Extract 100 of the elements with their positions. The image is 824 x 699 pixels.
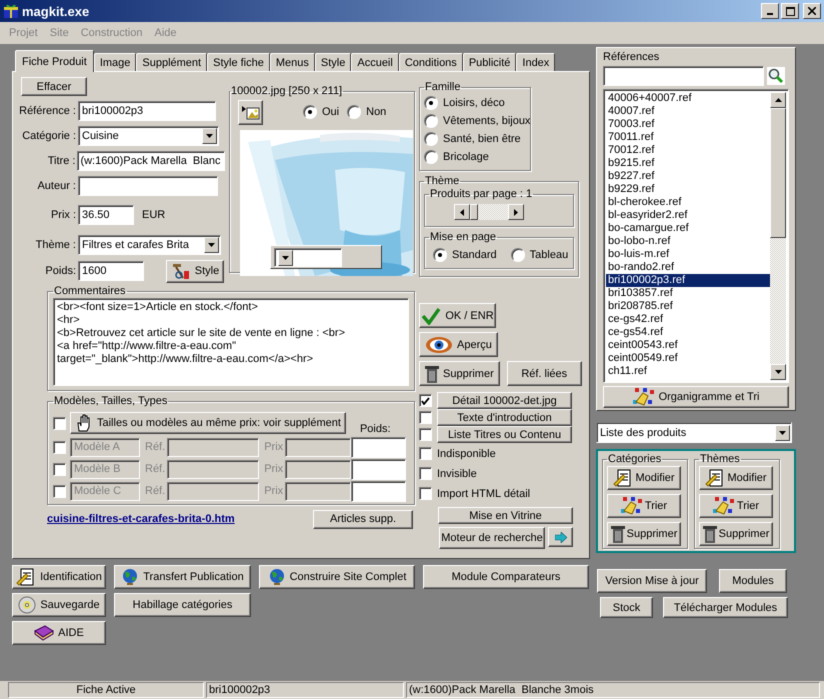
tab[interactable]: Style [314, 53, 352, 71]
group-title: Produits par page : 1 [429, 188, 534, 201]
price-label: Prix [264, 485, 284, 497]
group-title: Thème [424, 175, 460, 188]
toolbar-button[interactable]: AIDE [12, 621, 106, 645]
status-text: bri100002p3 [206, 682, 404, 698]
status-text: Fiche Active [8, 682, 204, 698]
option-label: Oui [322, 106, 340, 118]
toolbar-button[interactable]: Identification [12, 565, 106, 589]
list-item[interactable]: bl-easyrider2.ref [606, 209, 770, 222]
preview-button[interactable]: Aperçu [419, 332, 498, 357]
chart-sort-button[interactable]: Organigramme et Tri [603, 386, 789, 408]
style-button[interactable]: Style [166, 260, 224, 282]
toolbar-button[interactable]: Transfert Publication [114, 565, 251, 589]
field-label: Titre : [46, 155, 76, 167]
field-label: Catégorie : [21, 130, 77, 142]
list-item[interactable]: 70011.ref [606, 131, 770, 144]
list-item[interactable]: bri103857.ref [606, 287, 770, 300]
text-field[interactable]: bri100002p3 [78, 101, 216, 121]
option-label: Vêtements, bijoux [443, 115, 530, 127]
tab[interactable]: Publicité [462, 53, 516, 71]
toolbar-button[interactable]: Habillage catégories [114, 593, 251, 617]
extra-articles-button[interactable]: Articles supp. [313, 510, 413, 528]
same-price-button[interactable]: Tailles ou modèles au même prix: voir supplément [70, 412, 346, 434]
tab[interactable]: Supplément [136, 53, 208, 71]
list-item[interactable]: ceint00543.ref [606, 339, 770, 352]
list-item[interactable]: bri100002p3.ref [606, 274, 770, 287]
price-field[interactable]: 36.50 [78, 205, 134, 225]
list-item[interactable]: bo-rando2.ref [606, 261, 770, 274]
ref-label: Réf. [145, 441, 166, 453]
group-button[interactable]: Trier [607, 494, 681, 518]
option-button[interactable]: Détail 100002-det.jpg [437, 392, 572, 409]
clear-button[interactable]: Effacer [21, 77, 87, 96]
dropdown-field[interactable]: Cuisine [78, 126, 219, 146]
option-button[interactable]: Liste Titres ou Contenu [437, 426, 572, 443]
showcase-button[interactable]: Mise en Vitrine [438, 507, 573, 524]
page-link[interactable]: cuisine-filtres-et-carafes-brita-0.htm [47, 513, 235, 525]
window-title: magkit.exe [22, 4, 90, 18]
list-item[interactable]: 40007.ref [606, 105, 770, 118]
group-title: Famille [424, 81, 462, 94]
list-item[interactable]: 40006+40007.ref [606, 92, 770, 105]
group-button[interactable]: Modifier [699, 466, 773, 490]
dropdown-field[interactable]: Filtres et carafes Brita [78, 235, 221, 255]
dropdown-field[interactable]: Liste des produits [596, 422, 792, 443]
list-item[interactable]: b9227.ref [606, 170, 770, 183]
list-item[interactable]: ce-gs54.ref [606, 326, 770, 339]
comments-field[interactable]: <br><font size=1>Article en stock.</font> <hr> <b>Retrouvez cet article sur le site de vente en ligne : <br> <a href="http://www.filtre-a-eau.com" target="_blank">http://www.filtre-a-eau.com</a><hr> [53, 298, 409, 386]
list-item[interactable]: 70003.ref [606, 118, 770, 131]
toolbar-button[interactable]: Télécharger Modules [663, 597, 788, 618]
toolbar-button[interactable]: Construire Site Complet [259, 565, 415, 589]
option-label: Bricolage [443, 151, 489, 163]
list-item[interactable]: bo-camargue.ref [606, 222, 770, 235]
group-title: Commentaires [53, 285, 127, 298]
tab[interactable]: Index [516, 53, 556, 71]
group-title: Mise en page [429, 231, 498, 244]
ok-button[interactable]: OK / ENR [419, 303, 496, 328]
option-label: Tableau [530, 249, 568, 261]
list-item[interactable]: bo-luis-m.ref [606, 248, 770, 261]
tab[interactable]: Image [94, 53, 136, 71]
toolbar-button[interactable]: Modules [719, 569, 787, 593]
list-item[interactable]: b9229.ref [606, 183, 770, 196]
toolbar-button[interactable]: Version Mise à jour [597, 569, 707, 593]
toolbar-button[interactable]: Module Comparateurs [423, 565, 589, 589]
list-item[interactable]: bri208785.ref [606, 300, 770, 313]
group-button[interactable]: Supprimer [699, 522, 773, 546]
list-item[interactable]: bo-lobo-n.ref [606, 235, 770, 248]
field-label: Thème : [34, 239, 77, 251]
toolbar-button[interactable]: Stock [600, 597, 653, 618]
option-button[interactable]: Texte d'introduction [437, 409, 572, 426]
list-item[interactable]: ch11.ref [606, 365, 770, 378]
list-item[interactable]: 70012.ref [606, 144, 770, 157]
ref-label: Réf. [145, 485, 166, 497]
delete-button[interactable]: Supprimer [419, 361, 500, 386]
toolbar-button[interactable]: Sauvegarde [12, 593, 106, 617]
linked-refs-button[interactable]: Réf. liées [506, 361, 582, 386]
group-title: Catégories [607, 453, 662, 466]
group-button[interactable]: Supprimer [607, 522, 681, 546]
tab[interactable]: Fiche Produit [15, 50, 94, 72]
option-label: Loisirs, déco [443, 97, 505, 109]
text-field[interactable]: (w:1600)Pack Marella Blanc [77, 151, 225, 171]
list-item[interactable]: ce-gs42.ref [606, 313, 770, 326]
list-item[interactable]: bl-cherokee.ref [606, 196, 770, 209]
group-title: Modèles, Tailles, Types [53, 395, 168, 408]
group-button[interactable]: Trier [699, 494, 773, 518]
tab[interactable]: Accueil [351, 53, 399, 71]
tab[interactable]: Style fiche [207, 53, 270, 71]
status-text: (w:1600)Pack Marella Blanche 3mois [406, 682, 820, 698]
field-label: Prix : [50, 209, 77, 221]
option-label: Non [366, 106, 386, 118]
tab[interactable]: Conditions [398, 53, 463, 71]
weight-field[interactable]: 1600 [78, 261, 144, 281]
option-label: Import HTML détail [437, 488, 530, 500]
list-item[interactable]: b9215.ref [606, 157, 770, 170]
list-item[interactable]: ceint00549.ref [606, 352, 770, 365]
search-engine-button[interactable]: Moteur de recherche [439, 527, 545, 549]
field-label: Poids: [44, 265, 77, 277]
tab[interactable]: Menus [270, 53, 315, 71]
group-button[interactable]: Modifier [607, 466, 681, 490]
panel-title: Références [603, 51, 660, 65]
price-label: Prix [264, 463, 284, 475]
